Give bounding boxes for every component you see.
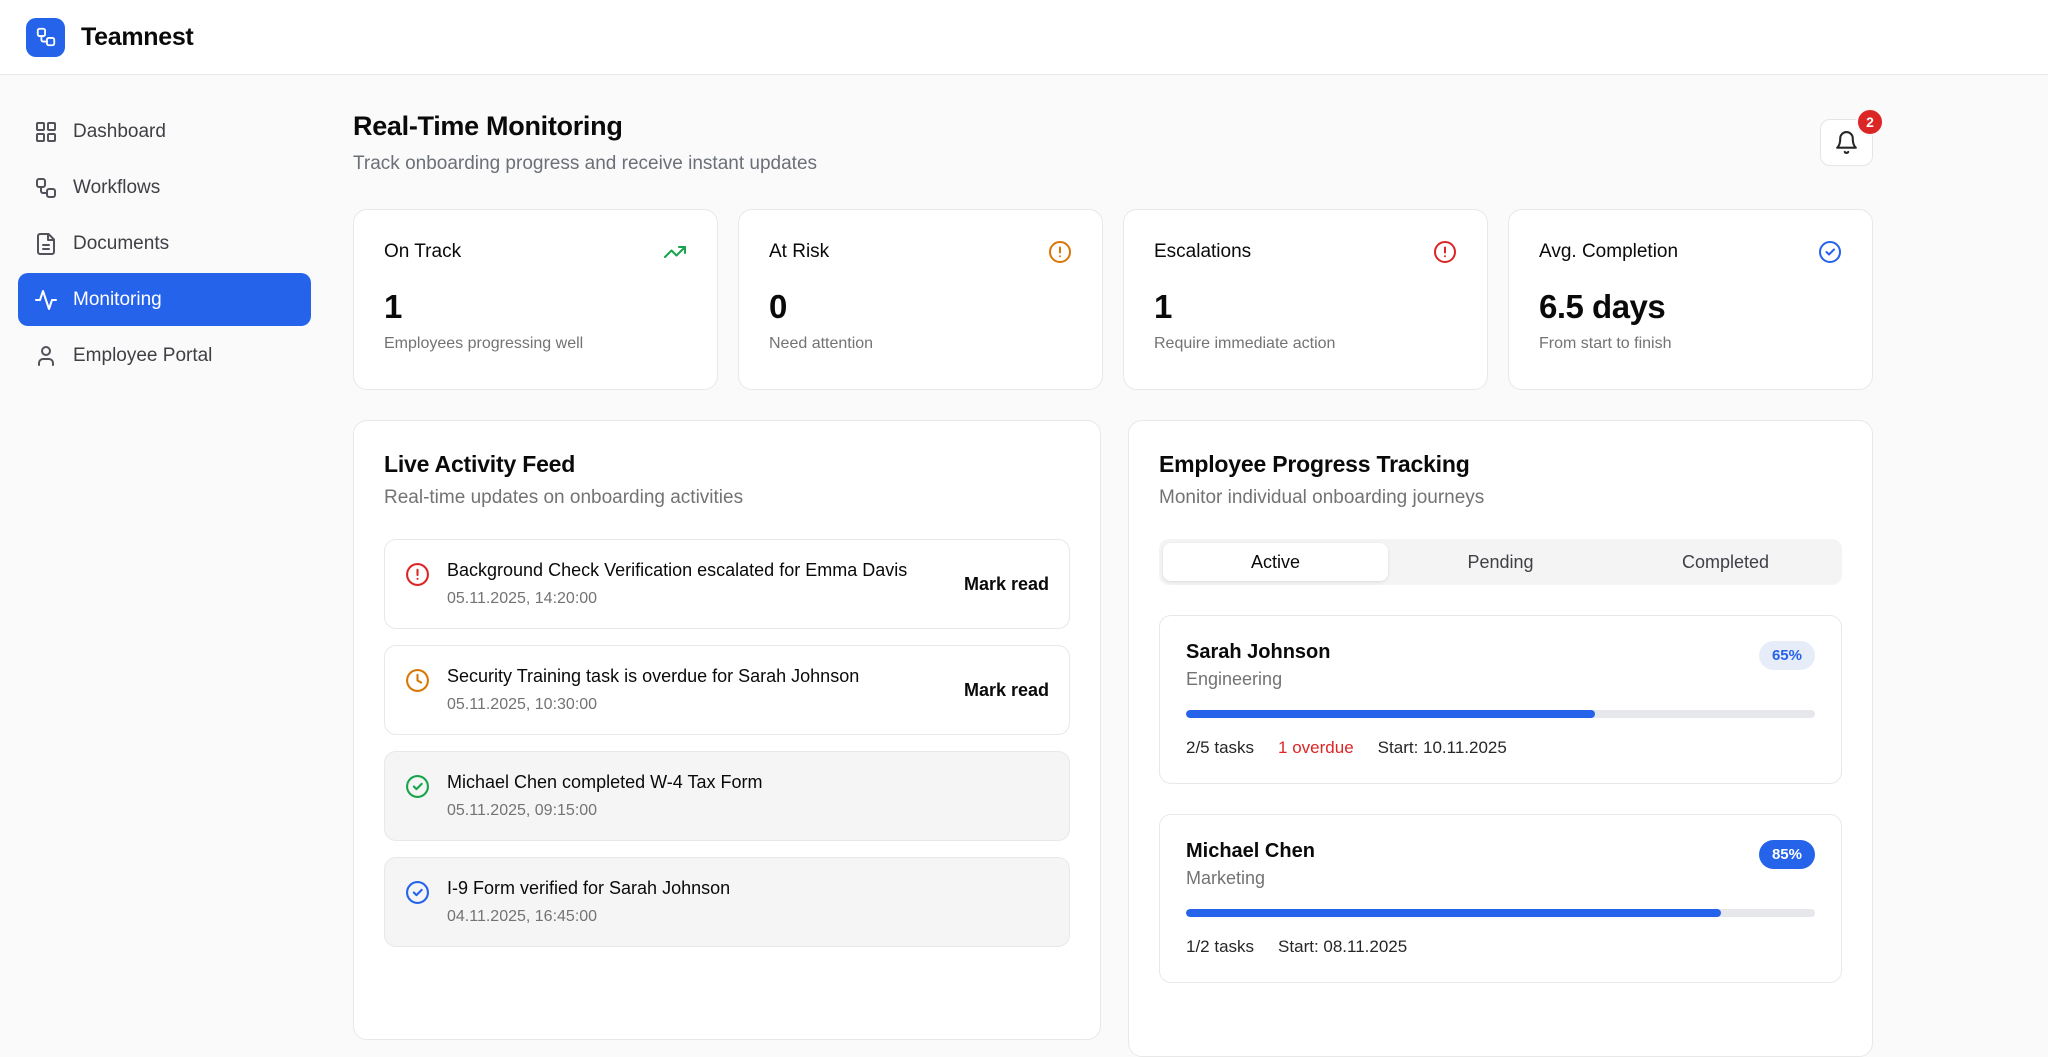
clock-icon: [405, 668, 430, 693]
sidebar-item-employee-portal[interactable]: Employee Portal: [18, 329, 311, 382]
app-logo: [26, 18, 65, 57]
start-date: Start: 10.11.2025: [1378, 738, 1507, 758]
progress-badge: 85%: [1759, 840, 1815, 869]
employee-name: Sarah Johnson: [1186, 641, 1330, 664]
tab-pending[interactable]: Pending: [1388, 543, 1613, 581]
feed-timestamp: 05.11.2025, 09:15:00: [447, 802, 1049, 820]
bell-icon: [1834, 130, 1859, 155]
sidebar-item-label: Monitoring: [73, 289, 162, 311]
mark-read-button[interactable]: Mark read: [964, 574, 1049, 595]
stat-card-on-track: On Track 1 Employees progressing well: [353, 209, 718, 390]
employee-progress-panel: Employee Progress Tracking Monitor indiv…: [1128, 420, 1873, 1057]
employee-department: Engineering: [1186, 669, 1330, 690]
tab-completed[interactable]: Completed: [1613, 543, 1838, 581]
stat-value: 0: [769, 288, 1072, 326]
page-header: Real-Time Monitoring Track onboarding pr…: [353, 111, 817, 175]
main-content: Real-Time Monitoring Track onboarding pr…: [327, 75, 2048, 1049]
overdue-count: 1 overdue: [1278, 738, 1354, 758]
progress-bar: [1186, 909, 1815, 917]
page-title: Real-Time Monitoring: [353, 111, 817, 142]
stat-card-escalations: Escalations 1 Require immediate action: [1123, 209, 1488, 390]
stat-description: Need attention: [769, 335, 1072, 353]
panel-title: Live Activity Feed: [384, 451, 1070, 478]
page-subtitle: Track onboarding progress and receive in…: [353, 153, 817, 175]
panel-subtitle: Real-time updates on onboarding activiti…: [384, 487, 1070, 509]
sidebar-item-dashboard[interactable]: Dashboard: [18, 105, 311, 158]
feed-item: Michael Chen completed W-4 Tax Form 05.1…: [384, 751, 1070, 841]
panel-title: Employee Progress Tracking: [1159, 451, 1842, 478]
stat-value: 1: [1154, 288, 1457, 326]
feed-list: Background Check Verification escalated …: [384, 539, 1070, 947]
workflow-icon: [35, 26, 57, 48]
sidebar-item-label: Employee Portal: [73, 345, 212, 367]
stat-label: Escalations: [1154, 241, 1251, 263]
feed-item: I-9 Form verified for Sarah Johnson 04.1…: [384, 857, 1070, 947]
progress-badge: 65%: [1759, 641, 1815, 670]
panel-subtitle: Monitor individual onboarding journeys: [1159, 487, 1842, 509]
tasks-count: 1/2 tasks: [1186, 937, 1254, 957]
stat-value: 1: [384, 288, 687, 326]
stat-label: Avg. Completion: [1539, 241, 1678, 263]
user-icon: [34, 344, 58, 368]
feed-timestamp: 04.11.2025, 16:45:00: [447, 908, 1049, 926]
start-date: Start: 08.11.2025: [1278, 937, 1407, 957]
sidebar-item-label: Documents: [73, 233, 169, 255]
feed-text: I-9 Form verified for Sarah Johnson: [447, 878, 1049, 899]
check-circle-icon: [1818, 240, 1842, 264]
feed-timestamp: 05.11.2025, 10:30:00: [447, 696, 947, 714]
mark-read-button[interactable]: Mark read: [964, 680, 1049, 701]
stat-card-avg-completion: Avg. Completion 6.5 days From start to f…: [1508, 209, 1873, 390]
stats-row: On Track 1 Employees progressing well At…: [353, 209, 1873, 390]
stat-description: Require immediate action: [1154, 335, 1457, 353]
feed-item: Security Training task is overdue for Sa…: [384, 645, 1070, 735]
tab-active[interactable]: Active: [1163, 543, 1388, 581]
sidebar-item-documents[interactable]: Documents: [18, 217, 311, 270]
employee-name: Michael Chen: [1186, 840, 1315, 863]
progress-bar: [1186, 710, 1815, 718]
feed-timestamp: 05.11.2025, 14:20:00: [447, 590, 947, 608]
feed-text: Michael Chen completed W-4 Tax Form: [447, 772, 1049, 793]
sidebar-item-monitoring[interactable]: Monitoring: [18, 273, 311, 326]
alert-circle-icon: [1433, 240, 1457, 264]
progress-bar-fill: [1186, 909, 1721, 917]
employee-card: Michael Chen Marketing 85% 1/2 tasks Sta…: [1159, 814, 1842, 983]
stat-label: At Risk: [769, 241, 829, 263]
employee-card: Sarah Johnson Engineering 65% 2/5 tasks …: [1159, 615, 1842, 784]
activity-icon: [34, 288, 58, 312]
notifications-button[interactable]: 2: [1820, 119, 1873, 166]
stat-label: On Track: [384, 241, 461, 263]
check-circle-icon: [405, 880, 430, 905]
sidebar-item-label: Workflows: [73, 177, 160, 199]
grid-icon: [34, 120, 58, 144]
stat-value: 6.5 days: [1539, 288, 1842, 326]
feed-text: Security Training task is overdue for Sa…: [447, 666, 947, 687]
feed-text: Background Check Verification escalated …: [447, 560, 947, 581]
check-circle-icon: [405, 774, 430, 799]
notification-badge: 2: [1856, 108, 1884, 136]
sidebar-item-workflows[interactable]: Workflows: [18, 161, 311, 214]
top-bar: Teamnest: [0, 0, 2048, 75]
sidebar-item-label: Dashboard: [73, 121, 166, 143]
app-title: Teamnest: [81, 23, 193, 52]
employee-department: Marketing: [1186, 868, 1315, 889]
stat-description: Employees progressing well: [384, 335, 687, 353]
sidebar: Dashboard Workflows Documents Monitoring…: [0, 75, 327, 1049]
tasks-count: 2/5 tasks: [1186, 738, 1254, 758]
trending-up-icon: [663, 240, 687, 264]
feed-item: Background Check Verification escalated …: [384, 539, 1070, 629]
workflow-icon: [34, 176, 58, 200]
progress-bar-fill: [1186, 710, 1595, 718]
document-icon: [34, 232, 58, 256]
progress-tabs: Active Pending Completed: [1159, 539, 1842, 585]
live-activity-feed-panel: Live Activity Feed Real-time updates on …: [353, 420, 1101, 1040]
stat-card-at-risk: At Risk 0 Need attention: [738, 209, 1103, 390]
stat-description: From start to finish: [1539, 335, 1842, 353]
alert-circle-icon: [1048, 240, 1072, 264]
alert-circle-icon: [405, 562, 430, 587]
